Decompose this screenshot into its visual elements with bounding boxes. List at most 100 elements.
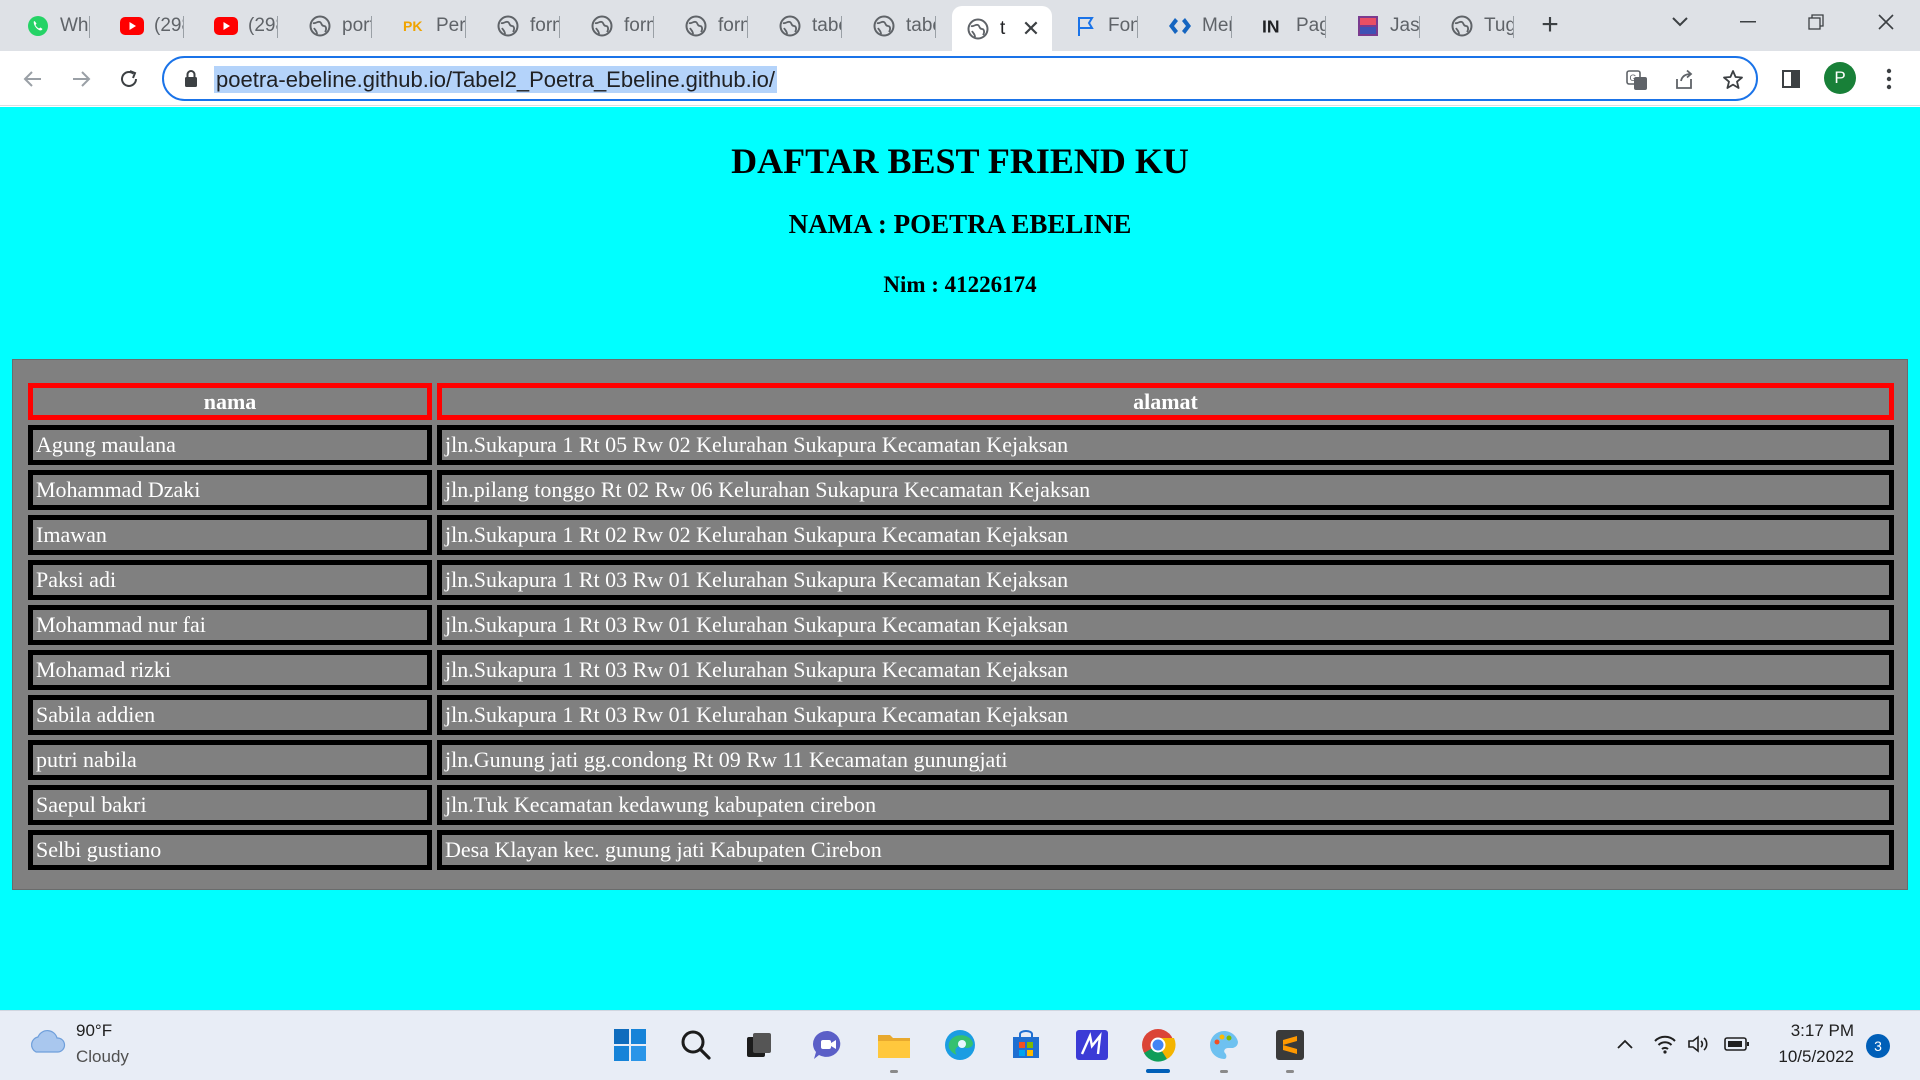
globe-icon [496, 14, 520, 38]
edge-button[interactable] [940, 1025, 980, 1065]
minimize-button[interactable] [1728, 6, 1768, 38]
tab-separator [935, 16, 936, 38]
file-explorer-button[interactable] [874, 1025, 914, 1073]
bookmark-star-icon[interactable] [1720, 67, 1746, 93]
in-icon: IN [1262, 14, 1286, 38]
cell-nama: putri nabila [28, 740, 432, 780]
svg-text:PK: PK [403, 18, 422, 34]
table-row: Mohammad nur fai jln.Sukapura 1 Rt 03 Rw … [28, 605, 1894, 645]
cell-alamat: jln.Sukapura 1 Rt 03 Rw 01 Kelurahan Suk… [437, 560, 1894, 600]
close-window-button[interactable] [1866, 6, 1906, 38]
tab-title: (298 [248, 15, 278, 36]
browser-tab[interactable]: Jasa [1342, 7, 1420, 45]
restore-icon [1808, 14, 1824, 30]
cell-alamat: jln.Tuk Kecamatan kedawung kabupaten cir… [437, 785, 1894, 825]
table-header-row: nama alamat [28, 383, 1894, 420]
weather-temperature[interactable]: 90°F [76, 1021, 112, 1041]
browser-tab[interactable]: PK Pera [388, 7, 466, 45]
browser-tab[interactable]: IN Pag [1248, 7, 1326, 45]
tab-separator [89, 16, 90, 38]
cell-alamat: jln.Sukapura 1 Rt 05 Rw 02 Kelurahan Suk… [437, 425, 1894, 465]
sublime-text-button[interactable] [1270, 1025, 1310, 1073]
folder-icon [878, 1035, 910, 1058]
table-body: Agung maulana jln.Sukapura 1 Rt 05 Rw 02 … [28, 425, 1894, 870]
diamond-icon [1168, 14, 1192, 38]
table-row: Selbi gustiano Desa Klayan kec. gunung ja… [28, 830, 1894, 870]
tab-separator [559, 16, 560, 38]
browser-tab[interactable]: Tug [1436, 7, 1514, 45]
table-row: Sabila addien jln.Sukapura 1 Rt 03 Rw 01 … [28, 695, 1894, 735]
cell-nama: Sabila addien [28, 695, 432, 735]
browser-tab[interactable]: (298 [106, 7, 184, 45]
new-tab-button[interactable]: + [1536, 8, 1564, 41]
browser-tab[interactable]: form [576, 7, 654, 45]
profile-avatar[interactable]: P [1824, 62, 1856, 94]
side-panel-button[interactable] [1776, 64, 1806, 94]
page-title: DAFTAR BEST FRIEND KU [731, 141, 1189, 181]
volume-button[interactable] [1686, 1031, 1712, 1057]
weather-description[interactable]: Cloudy [76, 1047, 129, 1067]
cloud-icon[interactable] [26, 1028, 66, 1061]
share-icon[interactable] [1672, 67, 1698, 93]
start-button[interactable] [610, 1025, 650, 1065]
task-view-button[interactable] [740, 1025, 780, 1065]
clock-time[interactable]: 3:17 PM [1791, 1021, 1854, 1041]
wifi-button[interactable] [1652, 1031, 1678, 1057]
table-row: Mohamad rizki jln.Sukapura 1 Rt 03 Rw 01 … [28, 650, 1894, 690]
running-indicator [1286, 1070, 1294, 1073]
tab-title: Fon [1108, 15, 1138, 36]
tab-title: tabe [812, 15, 842, 36]
browser-tab[interactable]: tabe [764, 7, 842, 45]
forward-button[interactable] [64, 62, 98, 96]
battery-button[interactable] [1724, 1031, 1750, 1057]
reload-button[interactable] [112, 62, 146, 96]
show-hidden-icons-button[interactable] [1612, 1031, 1638, 1057]
cell-alamat: jln.Sukapura 1 Rt 03 Rw 01 Kelurahan Suk… [437, 695, 1894, 735]
chrome-taskbar-button[interactable] [1138, 1025, 1178, 1073]
tab-title: Pera [436, 15, 466, 36]
tab-title: Wha [60, 15, 90, 36]
svg-text:G: G [1630, 73, 1637, 83]
tab-title: Tug [1484, 15, 1514, 36]
browser-tab[interactable]: form [670, 7, 748, 45]
browser-tab[interactable]: form [482, 7, 560, 45]
restore-button[interactable] [1796, 6, 1836, 38]
store-button[interactable] [1006, 1025, 1046, 1065]
translate-icon[interactable]: G [1624, 67, 1650, 93]
browser-tab[interactable]: Fon [1060, 7, 1138, 45]
pen-app-button[interactable] [1072, 1025, 1112, 1065]
chrome-menu-button[interactable] [1874, 64, 1904, 94]
taskbar-search-button[interactable] [676, 1025, 716, 1065]
browser-tab[interactable]: (298 [200, 7, 278, 45]
browser-tab[interactable]: t ✕ [952, 6, 1052, 51]
cell-alamat: jln.Sukapura 1 Rt 03 Rw 01 Kelurahan Suk… [437, 650, 1894, 690]
palette-icon [1210, 1031, 1239, 1059]
browser-tab[interactable]: port [294, 7, 372, 45]
tab-search-button[interactable] [1660, 6, 1700, 38]
browser-tab[interactable]: Mer [1154, 7, 1232, 45]
globe-icon [872, 14, 896, 38]
browser-tab[interactable]: tabe [858, 7, 936, 45]
tab-separator [841, 16, 842, 38]
tab-strip: Wha (298 (298 port PK Pera form form form tabe tab… [0, 0, 1920, 51]
table-row: Paksi adi jln.Sukapura 1 Rt 03 Rw 01 Kelu… [28, 560, 1894, 600]
close-tab-icon[interactable]: ✕ [1020, 16, 1042, 41]
cell-nama: Mohamad rizki [28, 650, 432, 690]
teams-chat-button[interactable] [808, 1025, 848, 1065]
browser-tab[interactable]: Wha [12, 7, 90, 45]
tab-title: Pag [1296, 15, 1326, 36]
address-bar[interactable]: poetra-ebeline.github.io/Tabel2_Poetra_E… [162, 56, 1758, 101]
nim-heading: Nim : 41226174 [883, 272, 1037, 297]
chat-icon [813, 1030, 841, 1059]
tab-title: t [1000, 17, 1006, 39]
sublime-text-icon [1276, 1030, 1304, 1060]
url-text[interactable]: poetra-ebeline.github.io/Tabel2_Poetra_E… [214, 66, 777, 93]
back-button[interactable] [16, 62, 50, 96]
pen-app-icon [1076, 1030, 1108, 1060]
lock-icon [184, 70, 198, 93]
globe-icon [590, 14, 614, 38]
notification-badge[interactable]: 3 [1866, 1034, 1890, 1058]
paint-app-button[interactable] [1204, 1025, 1244, 1073]
clock-date[interactable]: 10/5/2022 [1778, 1047, 1854, 1067]
tab-title: form [718, 15, 748, 36]
